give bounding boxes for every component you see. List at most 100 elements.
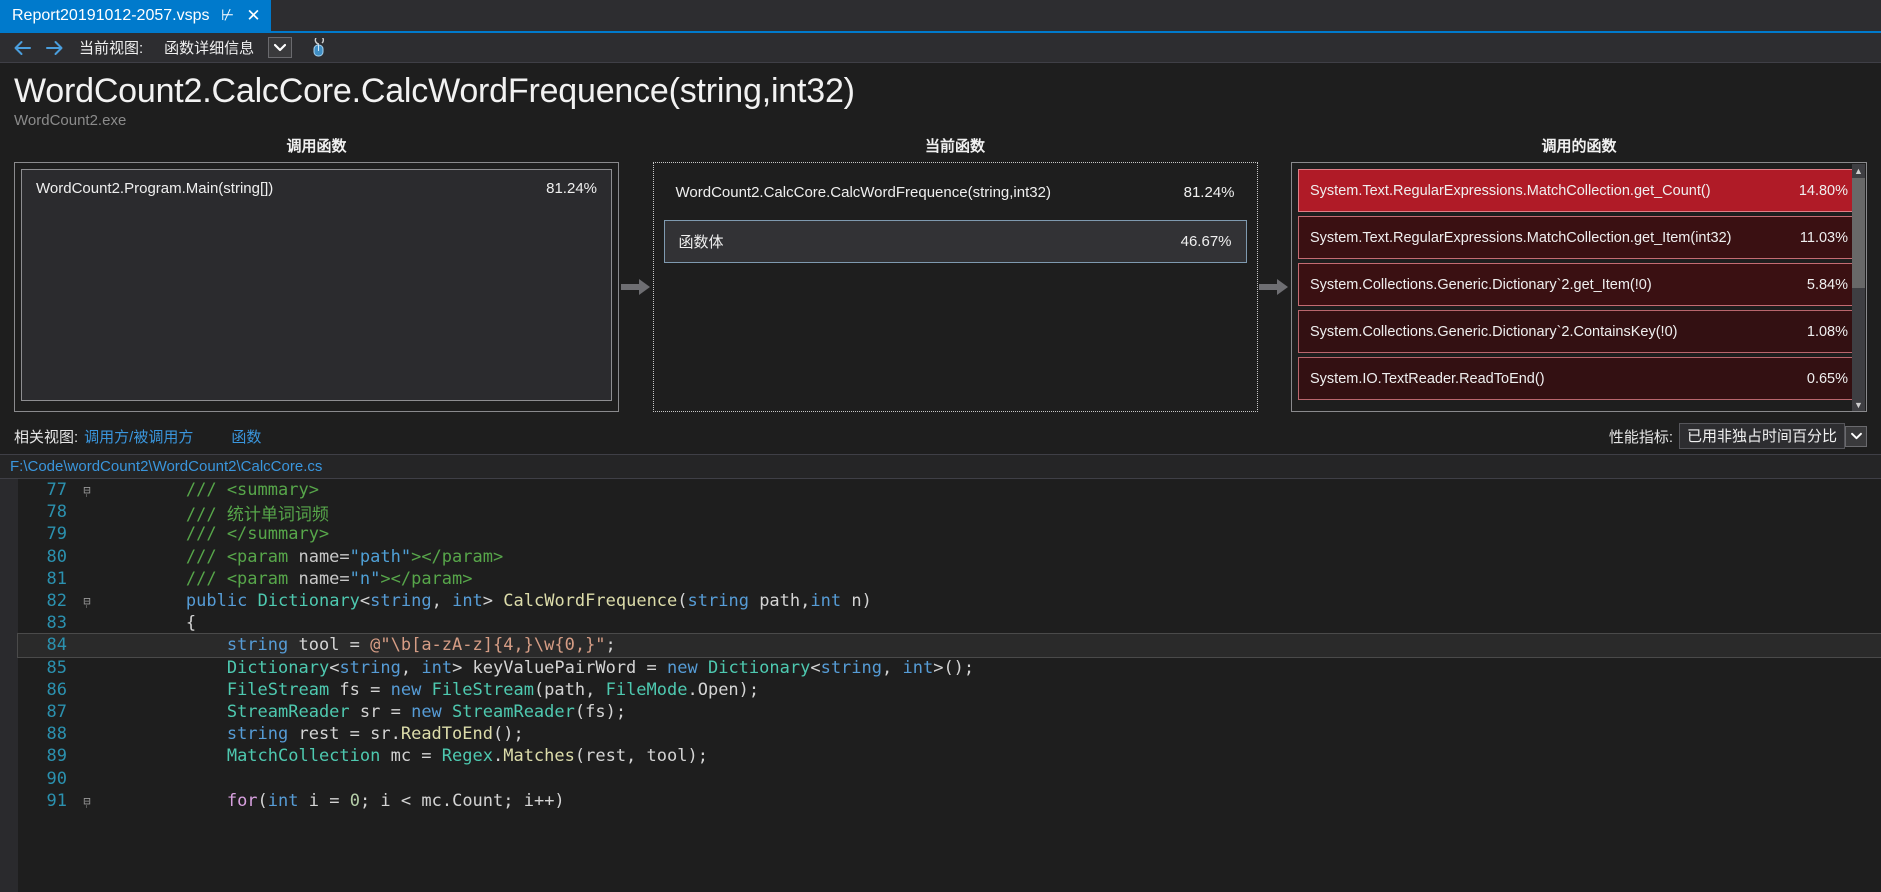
callee-name: System.Collections.Generic.Dictionary`2.…: [1310, 276, 1652, 293]
line-number: 90: [46, 768, 67, 789]
toolbar: 当前视图: 函数详细信息: [0, 33, 1881, 63]
current-view-value[interactable]: 函数详细信息: [156, 34, 269, 61]
line-number: 83: [46, 613, 67, 634]
callers-caption: 调用函数: [286, 138, 347, 155]
related-view-link-caller-callee[interactable]: 调用方/被调用方: [84, 426, 193, 447]
scroll-up-icon[interactable]: ▲: [1852, 164, 1865, 178]
code-line[interactable]: 89 MatchCollection mc = Regex.Matches(re…: [18, 745, 1881, 767]
mouse-pointer-icon[interactable]: [309, 34, 329, 58]
function-detail-columns: 调用函数 WordCount2.Program.Main(string[]) 8…: [0, 129, 1881, 419]
page-subtitle: WordCount2.exe: [14, 112, 127, 129]
source-file-path[interactable]: F:\Code\wordCount2\WordCount2\CalcCore.c…: [0, 454, 1881, 479]
code-token: /// <summary>: [104, 480, 319, 501]
current-function-name: WordCount2.CalcCore.CalcWordFrequence(st…: [675, 184, 1051, 201]
related-views-label: 相关视图:: [14, 428, 79, 446]
code-line[interactable]: 84 string tool = @"\b[a-zA-z]{4,}\w{0,}"…: [17, 633, 1881, 658]
code-line[interactable]: 85 Dictionary<string, int> keyValuePairW…: [18, 657, 1881, 679]
line-number: 77: [46, 480, 67, 501]
related-view-link-functions[interactable]: 函数: [231, 426, 261, 447]
callee-percent: 1.08%: [1806, 323, 1848, 340]
code-line[interactable]: 88 string rest = sr.ReadToEnd();: [18, 723, 1881, 745]
callers-to-current-arrow: [619, 162, 653, 412]
chevron-down-icon[interactable]: [1845, 425, 1867, 447]
line-number: 87: [46, 701, 67, 722]
code-line[interactable]: 78 /// 统计单词词频: [18, 501, 1881, 525]
code-line[interactable]: 86 FileStream fs = new FileStream(path, …: [18, 679, 1881, 701]
current-function-item[interactable]: WordCount2.CalcCore.CalcWordFrequence(st…: [660, 169, 1251, 216]
caller-percent: 81.24%: [546, 180, 597, 197]
line-number: 79: [46, 524, 67, 545]
callee-item[interactable]: System.Collections.Generic.Dictionary`2.…: [1298, 310, 1860, 353]
callee-percent: 0.65%: [1806, 370, 1848, 387]
current-caption: 当前函数: [924, 138, 985, 155]
callee-name: System.Text.RegularExpressions.MatchColl…: [1310, 182, 1711, 199]
code-line[interactable]: 82 ⊟ public Dictionary<string, int> Calc…: [18, 590, 1881, 612]
tab-strip: Report20191012-2057.vsps ⊬ ✕: [0, 0, 1881, 33]
code-line[interactable]: 83 {: [18, 612, 1881, 634]
scrollbar-thumb[interactable]: [1852, 178, 1865, 288]
fold-minus-icon[interactable]: ⊟: [74, 594, 100, 609]
function-body-percent: 46.67%: [1180, 233, 1232, 250]
line-number: 82: [46, 591, 67, 612]
code-editor[interactable]: 77 ⊟ /// <summary> 78 /// 统计单词词频 79 /// …: [0, 479, 1881, 892]
caller-item[interactable]: WordCount2.Program.Main(string[]) 81.24%: [21, 169, 612, 401]
metric-value[interactable]: 已用非独占时间百分比: [1678, 423, 1845, 449]
current-function-panel: WordCount2.CalcCore.CalcWordFrequence(st…: [652, 162, 1258, 412]
line-number: 86: [46, 679, 67, 700]
callee-item[interactable]: System.Collections.Generic.Dictionary`2.…: [1298, 263, 1860, 306]
fold-minus-icon[interactable]: ⊟: [74, 483, 100, 498]
callee-item[interactable]: System.IO.TextReader.ReadToEnd() 0.65%: [1298, 357, 1860, 400]
fold-minus-icon[interactable]: ⊟: [74, 794, 100, 808]
function-body-name: 函数体: [678, 234, 724, 251]
code-line[interactable]: 79 /// </summary>: [18, 523, 1881, 545]
forward-arrow-icon[interactable]: [43, 37, 65, 59]
line-number: 81: [46, 568, 67, 589]
callees-caption: 调用的函数: [1541, 138, 1617, 155]
back-arrow-icon[interactable]: [12, 37, 34, 59]
callee-name: System.Collections.Generic.Dictionary`2.…: [1310, 323, 1678, 340]
code-line[interactable]: 77 ⊟ /// <summary>: [18, 479, 1881, 501]
code-token: /// 统计单词词频: [104, 504, 329, 525]
line-number: 91: [46, 790, 67, 811]
code-line[interactable]: 87 StreamReader sr = new StreamReader(fs…: [18, 701, 1881, 723]
line-number: 88: [46, 724, 67, 745]
current-view-label: 当前视图:: [79, 40, 144, 57]
current-view-combo[interactable]: 函数详细信息: [156, 34, 293, 61]
chevron-down-icon[interactable]: [268, 37, 293, 58]
callee-name: System.Text.RegularExpressions.MatchColl…: [1310, 229, 1732, 246]
related-views-bar: 相关视图: 调用方/被调用方 函数 性能指标: 已用非独占时间百分比: [0, 419, 1881, 454]
callees-scrollbar[interactable]: ▲ ▼: [1852, 164, 1865, 411]
code-line[interactable]: 80 /// <param name="path"></param>: [18, 546, 1881, 568]
line-number: 78: [46, 502, 67, 523]
scroll-down-icon[interactable]: ▼: [1852, 398, 1865, 411]
callers-column: 调用函数 WordCount2.Program.Main(string[]) 8…: [14, 135, 619, 412]
page-title: WordCount2.CalcCore.CalcWordFrequence(st…: [14, 72, 855, 110]
callee-name: System.IO.TextReader.ReadToEnd(): [1310, 370, 1545, 387]
current-to-callees-arrow: [1258, 162, 1292, 412]
line-number: 80: [46, 546, 67, 567]
editor-indicator-margin: [0, 479, 18, 892]
callers-panel: WordCount2.Program.Main(string[]) 81.24%: [14, 162, 619, 412]
callees-panel: System.Text.RegularExpressions.MatchColl…: [1291, 162, 1867, 412]
callee-percent: 14.80%: [1798, 182, 1848, 199]
callee-item[interactable]: System.Text.RegularExpressions.MatchColl…: [1298, 216, 1860, 259]
related-views-group: 相关视图: 调用方/被调用方 函数: [14, 426, 261, 447]
code-line[interactable]: 90: [18, 767, 1881, 789]
page-header: WordCount2.CalcCore.CalcWordFrequence(st…: [0, 63, 1881, 129]
line-number: 85: [46, 657, 67, 678]
close-icon[interactable]: ✕: [245, 7, 261, 24]
callee-percent: 5.84%: [1806, 276, 1848, 293]
current-function-column: 当前函数 WordCount2.CalcCore.CalcWordFrequen…: [652, 135, 1258, 412]
current-function-percent: 81.24%: [1183, 184, 1235, 201]
metric-group: 性能指标: 已用非独占时间百分比: [1609, 423, 1867, 449]
code-line[interactable]: 91 ⊟ for(int i = 0; i < mc.Count; i++): [18, 790, 1881, 812]
caller-name: WordCount2.Program.Main(string[]): [36, 180, 274, 197]
callee-item[interactable]: System.Text.RegularExpressions.MatchColl…: [1298, 169, 1860, 212]
document-tab[interactable]: Report20191012-2057.vsps ⊬ ✕: [0, 0, 272, 31]
tab-title: Report20191012-2057.vsps: [12, 6, 210, 24]
callees-column: 调用的函数 System.Text.RegularExpressions.Mat…: [1291, 135, 1867, 412]
code-line[interactable]: 81 /// <param name="n"></param>: [18, 568, 1881, 590]
line-number: 84: [46, 635, 67, 656]
pin-icon[interactable]: ⊬: [219, 8, 235, 23]
function-body-item[interactable]: 函数体 46.67%: [663, 220, 1247, 263]
